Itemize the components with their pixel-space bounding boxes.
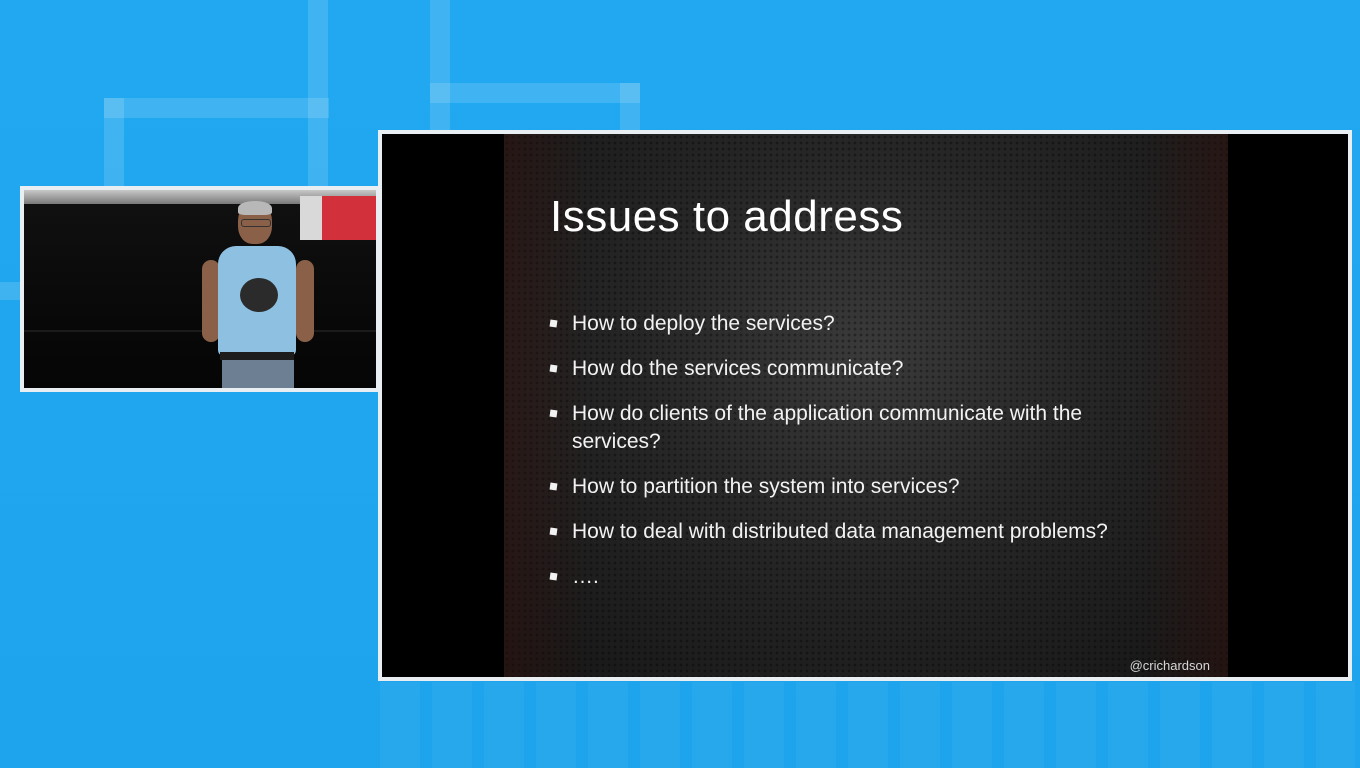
speaker-belt (220, 352, 294, 360)
slide: Issues to address How to deploy the serv… (504, 134, 1228, 677)
bullet-item: How to partition the system into service… (549, 473, 1170, 501)
author-handle: @crichardson (1129, 658, 1210, 673)
bullet-item: How to deploy the services? (549, 310, 1170, 338)
bullet-item: …. (549, 563, 1170, 591)
speaker-video (20, 186, 380, 392)
background-decoration (430, 83, 640, 103)
slide-frame: Issues to address How to deploy the serv… (378, 130, 1352, 681)
bullet-text: How do clients of the application commun… (572, 402, 1083, 453)
bullet-text: …. (572, 565, 599, 588)
bullet-marker-icon (549, 482, 558, 491)
presentation-stage: Issues to address How to deploy the serv… (0, 0, 1360, 768)
bullet-item: How to deal with distributed data manage… (549, 518, 1170, 546)
stage-red-panel (322, 196, 376, 240)
speaker-hair (238, 201, 272, 215)
bullet-item: How do clients of the application commun… (549, 400, 1170, 456)
background-decoration (104, 98, 329, 118)
bullet-marker-icon (549, 364, 558, 373)
bullet-item: How do the services communicate? (549, 355, 1170, 383)
background-decoration (104, 98, 124, 190)
bullet-text: How do the services communicate? (572, 357, 904, 380)
bullet-list: How to deploy the services? How do the s… (549, 310, 1170, 608)
speaker-arm (296, 260, 314, 342)
bullet-marker-icon (549, 572, 558, 581)
speaker-jeans (222, 360, 294, 388)
background-decoration (0, 282, 22, 300)
bullet-marker-icon (549, 409, 558, 418)
speaker-figure (200, 201, 326, 388)
shirt-graphic (240, 278, 278, 312)
background-decoration (620, 83, 640, 135)
speaker-glasses (241, 219, 271, 227)
bullet-marker-icon (549, 527, 558, 536)
background-decoration (308, 0, 328, 190)
bullet-text: How to partition the system into service… (572, 475, 960, 498)
bullet-text: How to deal with distributed data manage… (572, 520, 1108, 543)
bullet-text: How to deploy the services? (572, 312, 835, 335)
background-decoration (380, 682, 1355, 768)
bullet-marker-icon (549, 319, 558, 328)
background-decoration (430, 0, 450, 135)
slide-title: Issues to address (550, 192, 904, 241)
